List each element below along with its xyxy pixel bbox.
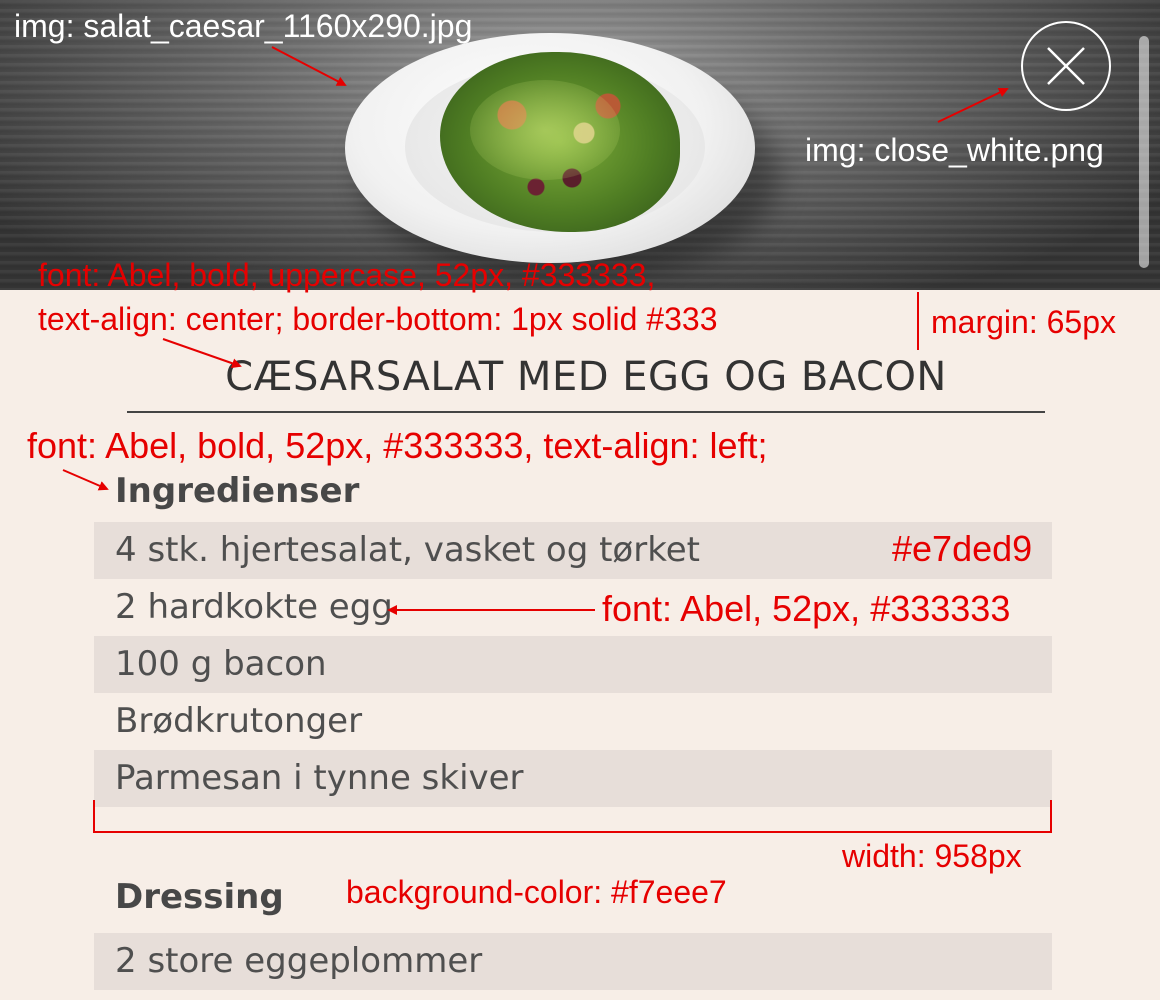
- annotation-background: background-color: #f7eee7: [346, 874, 727, 910]
- annotation-row-color: #e7ded9: [892, 528, 1033, 569]
- dressing-heading: Dressing: [115, 877, 284, 917]
- list-item: Brødkrutonger: [115, 701, 363, 741]
- scrollbar[interactable]: [1139, 36, 1149, 268]
- list-item: Parmesan i tynne skiver: [94, 750, 1052, 807]
- close-button[interactable]: [1021, 21, 1111, 111]
- annotation-margin: margin: 65px: [931, 304, 1116, 340]
- ingredients-heading: Ingredienser: [115, 471, 360, 511]
- list-item: 2 store eggeplommer: [94, 933, 1052, 990]
- annotation-width: width: 958px: [842, 838, 1022, 874]
- list-item: 1 ss Dijon: [94, 990, 1052, 1000]
- annotation-hero-image: img: salat_caesar_1160x290.jpg: [14, 8, 473, 44]
- annotation-title-font-2: text-align: center; border-bottom: 1px s…: [38, 301, 718, 337]
- annotation-title-font-1: font: Abel, bold, uppercase, 52px, #3333…: [38, 257, 656, 293]
- arrow-heading: [62, 469, 109, 491]
- list-item: 100 g bacon: [94, 636, 1052, 693]
- annotation-close-image: img: close_white.png: [805, 132, 1104, 168]
- salad-highlight: [470, 80, 620, 180]
- dressing-list: 2 store eggeplommer 1 ss Dijon: [94, 933, 1052, 1000]
- annotation-item-font: font: Abel, 52px, #333333: [602, 588, 1011, 629]
- recipe-title: Cæsarsalat med egg og bacon: [127, 343, 1045, 413]
- annotation-heading-font: font: Abel, bold, 52px, #333333, text-al…: [27, 425, 768, 466]
- close-icon: [1047, 47, 1085, 85]
